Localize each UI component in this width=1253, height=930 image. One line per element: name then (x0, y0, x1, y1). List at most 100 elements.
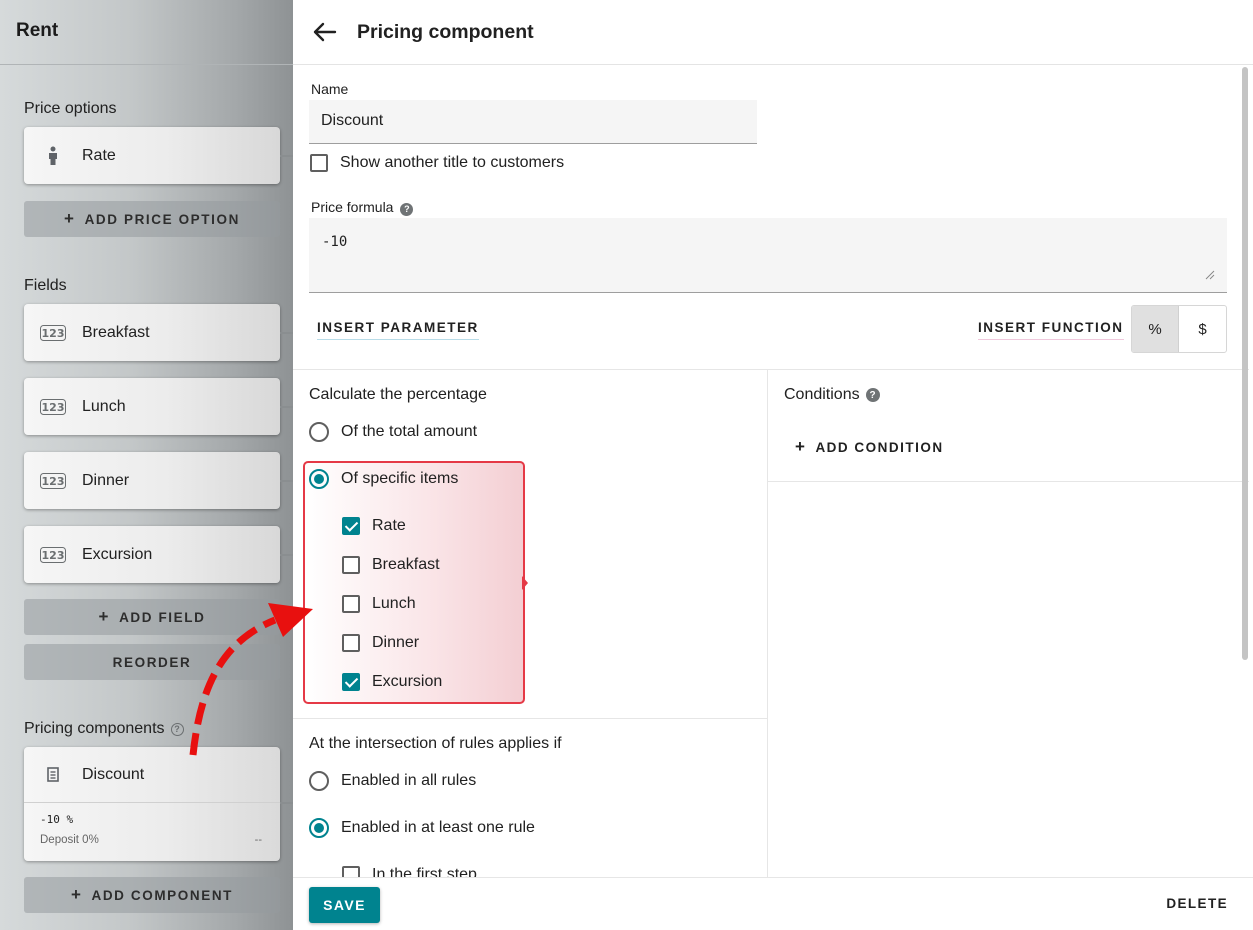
field-label: Breakfast (82, 323, 150, 341)
item-checkbox-lunch[interactable]: Lunch (342, 595, 416, 613)
price-formula-label: Price formula (311, 199, 394, 215)
radio-label: Of specific items (341, 470, 459, 487)
connector (280, 406, 293, 408)
component-card-discount[interactable]: Discount -10 % Deposit 0% -- (24, 747, 280, 861)
add-condition-label: ADD CONDITION (815, 439, 944, 455)
checkbox-label: Excursion (372, 673, 443, 690)
price-option-label: Rate (82, 146, 116, 164)
connector (280, 554, 293, 556)
checkbox[interactable] (342, 556, 360, 574)
connector (280, 480, 293, 482)
unit-dollar-option[interactable]: $ (1179, 306, 1226, 352)
item-checkbox-dinner[interactable]: Dinner (342, 634, 419, 652)
field-excursion[interactable]: 123 Excursion (24, 526, 280, 583)
show-title-checkbox-row[interactable]: Show another title to customers (310, 154, 564, 172)
page-title: Pricing component (357, 20, 534, 43)
item-checkbox-breakfast[interactable]: Breakfast (342, 556, 440, 574)
left-panel: Rent Price options Rate + ADD PRICE OPTI… (0, 0, 293, 930)
checkbox-label: Dinner (372, 634, 420, 651)
unit-toggle[interactable]: % $ (1131, 305, 1227, 353)
price-option-rate[interactable]: Rate (24, 127, 280, 184)
plus-icon: + (70, 885, 83, 904)
radio-all-rules[interactable]: Enabled in all rules (309, 771, 476, 791)
back-arrow-icon[interactable] (293, 22, 357, 42)
field-label: Excursion (82, 545, 153, 563)
radio-button[interactable] (309, 818, 329, 838)
help-icon[interactable]: ? (865, 388, 880, 402)
help-icon[interactable]: ? (400, 202, 414, 216)
plus-icon: + (795, 437, 807, 456)
checkbox[interactable] (342, 634, 360, 652)
radio-button[interactable] (309, 422, 329, 442)
add-field-button[interactable]: + ADD FIELD (24, 599, 280, 635)
checkbox-label: Breakfast (372, 556, 440, 573)
insert-parameter-button[interactable]: INSERT PARAMETER (317, 320, 479, 340)
price-options-label: Price options (24, 100, 117, 117)
resize-handle-icon[interactable] (1205, 270, 1215, 280)
app-title: Rent (16, 20, 59, 41)
editor-footer: SAVE DELETE (293, 877, 1253, 930)
checkbox[interactable] (342, 595, 360, 613)
divider (0, 64, 293, 65)
price-formula-input[interactable]: -10 (309, 218, 1227, 293)
radio-button[interactable] (309, 771, 329, 791)
divider (293, 718, 767, 719)
checkbox-label: Rate (372, 517, 406, 534)
intersection-heading: At the intersection of rules applies if (309, 735, 562, 753)
item-checkbox-rate[interactable]: Rate (342, 517, 406, 535)
checkbox[interactable] (342, 517, 360, 535)
show-title-checkbox[interactable] (310, 154, 328, 172)
help-icon[interactable]: ? (170, 722, 184, 736)
component-extra: -- (254, 834, 262, 846)
highlight-box (303, 461, 525, 704)
percentage-label: Calculate the percentage (309, 386, 487, 403)
connector (280, 155, 293, 157)
save-button[interactable]: SAVE (309, 887, 380, 923)
field-dinner[interactable]: 123 Dinner (24, 452, 280, 509)
connector (280, 802, 293, 804)
scrollbar[interactable] (1242, 67, 1248, 660)
reorder-label: REORDER (112, 654, 192, 670)
pricing-components-label: Pricing components (24, 720, 165, 737)
conditions-label: Conditions (784, 386, 860, 403)
delete-button[interactable]: DELETE (1166, 896, 1228, 911)
add-component-button[interactable]: + ADD COMPONENT (24, 877, 280, 913)
radio-button[interactable] (309, 469, 329, 489)
unit-percent-option[interactable]: % (1132, 306, 1180, 352)
radio-at-least-one-rule[interactable]: Enabled in at least one rule (309, 818, 535, 838)
svg-text:123: 123 (42, 549, 65, 562)
radio-label: Enabled in all rules (341, 772, 477, 789)
number-123-icon: 123 (24, 546, 82, 563)
connector (280, 332, 293, 334)
add-condition-button[interactable]: + ADD CONDITION (795, 437, 944, 457)
field-lunch[interactable]: 123 Lunch (24, 378, 280, 435)
percentage-heading: Calculate the percentage (309, 386, 487, 404)
person-icon (24, 146, 82, 166)
radio-total-amount[interactable]: Of the total amount (309, 422, 477, 442)
number-123-icon: 123 (24, 398, 82, 415)
conditions-heading: Conditions ? (784, 386, 880, 404)
plus-icon: + (64, 209, 76, 228)
name-label: Name (311, 81, 349, 97)
item-checkbox-excursion[interactable]: Excursion (342, 673, 442, 691)
price-formula-value: -10 (322, 234, 348, 250)
add-price-option-button[interactable]: + ADD PRICE OPTION (24, 201, 280, 237)
reorder-button[interactable]: REORDER (24, 644, 280, 680)
document-icon (24, 767, 82, 782)
pricing-components-heading: Pricing components? (24, 720, 184, 738)
svg-text:123: 123 (42, 475, 65, 488)
number-123-icon: 123 (24, 472, 82, 489)
radio-label: Of the total amount (341, 423, 478, 440)
component-formula: -10 % (40, 813, 74, 826)
add-component-label: ADD COMPONENT (91, 887, 234, 903)
insert-function-button[interactable]: INSERT FUNCTION (978, 320, 1124, 340)
radio-specific-items[interactable]: Of specific items (309, 469, 458, 489)
plus-icon: + (98, 607, 111, 626)
name-field[interactable]: Discount (309, 100, 757, 144)
field-label: Dinner (82, 471, 130, 489)
number-123-icon: 123 (24, 324, 82, 341)
field-breakfast[interactable]: 123 Breakfast (24, 304, 280, 361)
price-formula-heading: Price formula ? (311, 199, 414, 216)
checkbox[interactable] (342, 673, 360, 691)
component-deposit: Deposit 0% (40, 834, 99, 846)
